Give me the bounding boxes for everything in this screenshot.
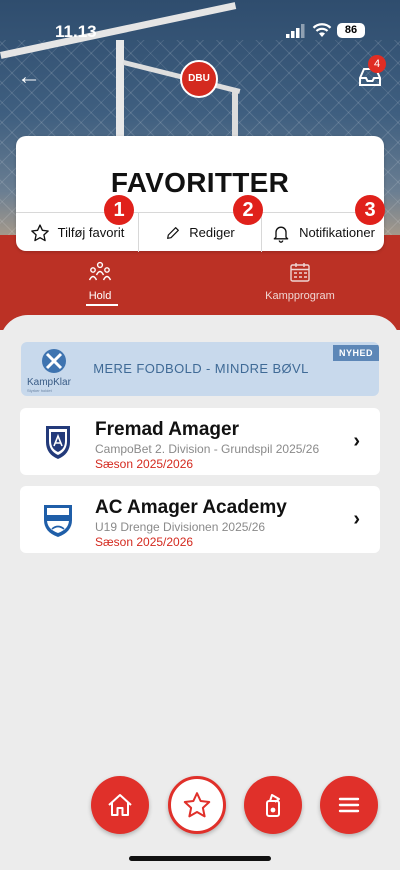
home-button[interactable] <box>91 776 149 834</box>
team-name: AC Amager Academy <box>95 497 287 518</box>
favorites-button[interactable] <box>168 776 226 834</box>
page-title: FAVORITTER <box>110 167 290 198</box>
cellular-signal-icon <box>286 24 305 38</box>
team-division: CampoBet 2. Division - Grundspil 2025/26 <box>95 442 320 456</box>
home-indicator <box>129 856 271 861</box>
tab-hold-label: Hold <box>88 290 112 302</box>
chevron-right-icon: › <box>353 430 360 452</box>
inbox-badge: 4 <box>368 55 386 73</box>
kampklar-tagline: Styrker holdet <box>27 388 52 393</box>
menu-icon <box>338 797 360 813</box>
kampklar-logo-icon <box>42 349 66 373</box>
add-favorite-label: Tilføj favorit <box>57 225 125 240</box>
favorites-card: FAVORITTER Tilføj favorit Rediger Notifi… <box>16 136 384 252</box>
calendar-icon <box>290 263 310 282</box>
dbu-logo: DBU <box>180 60 218 98</box>
team-division: U19 Drenge Divisionen 2025/26 <box>95 520 266 534</box>
star-icon <box>30 223 49 241</box>
team-icon <box>88 261 112 281</box>
kampklar-logo: KampKlar Styrker holdet <box>27 347 83 393</box>
whistle-icon <box>266 794 280 817</box>
tab-hold[interactable]: Hold <box>30 258 170 302</box>
status-time: 11.13 <box>55 22 97 41</box>
team-row[interactable]: AC Amager Academy U19 Drenge Divisionen … <box>20 486 380 553</box>
home-icon <box>108 794 132 816</box>
edit-label: Rediger <box>189 225 235 240</box>
new-badge: NYHED <box>332 345 379 361</box>
marker-2: 2 <box>233 195 263 225</box>
kampklar-promo-banner[interactable]: KampKlar Styrker holdet MERE FODBOLD - M… <box>21 342 379 396</box>
marker-3: 3 <box>355 195 385 225</box>
kampklar-name: KampKlar <box>27 377 71 388</box>
promo-text: MERE FODBOLD - MINDRE BØVL <box>93 361 309 376</box>
team-season: Sæson 2025/2026 <box>95 457 194 471</box>
team-row[interactable]: Fremad Amager CampoBet 2. Division - Gru… <box>20 408 380 475</box>
ac-amager-academy-crest-icon <box>44 505 72 537</box>
battery-indicator: 86 <box>337 23 365 38</box>
bell-icon <box>273 226 289 243</box>
team-name: Fremad Amager <box>95 419 239 440</box>
marker-1: 1 <box>104 195 134 225</box>
notifications-label: Notifikationer <box>299 225 375 240</box>
tab-kampprogram-label: Kampprogram <box>265 290 335 302</box>
whistle-button[interactable] <box>244 776 302 834</box>
menu-button[interactable] <box>320 776 378 834</box>
action-bar: Tilføj favorit Rediger Notifikationer <box>16 212 384 252</box>
tab-kampprogram[interactable]: Kampprogram <box>230 258 370 302</box>
star-icon <box>183 792 211 818</box>
status-bar: 11.13 86 <box>0 0 400 60</box>
fremad-amager-crest-icon <box>46 426 70 459</box>
active-tab-indicator <box>86 304 118 306</box>
tab-bar: Hold Kampprogram <box>0 258 400 318</box>
team-season: Sæson 2025/2026 <box>95 535 194 549</box>
chevron-right-icon: › <box>353 508 360 530</box>
back-arrow-icon[interactable]: ← <box>16 64 42 90</box>
pencil-icon <box>167 226 180 239</box>
wifi-icon <box>312 23 332 37</box>
